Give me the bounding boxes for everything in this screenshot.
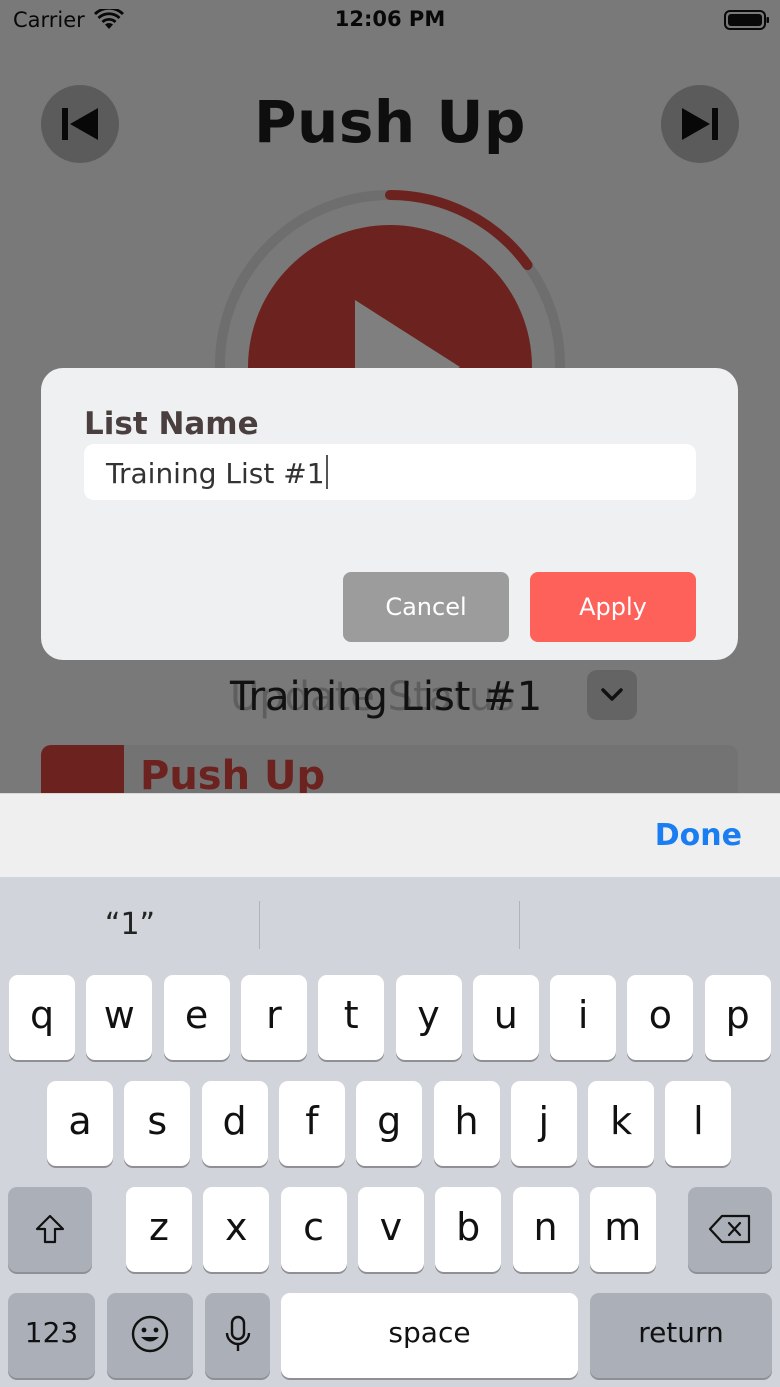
key-t[interactable]: t (318, 975, 385, 1060)
key-v[interactable]: v (357, 1187, 424, 1272)
suggestion-2[interactable] (260, 877, 520, 973)
key-y[interactable]: y (395, 975, 462, 1060)
key-m[interactable]: m (589, 1187, 656, 1272)
key-f[interactable]: f (278, 1081, 345, 1166)
list-name-label: List Name (84, 406, 259, 442)
key-d[interactable]: d (201, 1081, 268, 1166)
shift-key[interactable] (8, 1187, 92, 1272)
suggestion-1[interactable]: “1” (0, 877, 260, 973)
key-c[interactable]: c (280, 1187, 347, 1272)
key-b[interactable]: b (435, 1187, 502, 1272)
key-s[interactable]: s (124, 1081, 191, 1166)
shift-icon (35, 1214, 65, 1244)
space-key[interactable]: space (281, 1293, 578, 1378)
list-name-value: Training List #1 (106, 457, 325, 490)
apply-button[interactable]: Apply (530, 572, 696, 642)
key-u[interactable]: u (472, 975, 539, 1060)
key-e[interactable]: e (163, 975, 230, 1060)
key-r[interactable]: r (240, 975, 307, 1060)
return-key[interactable]: return (590, 1293, 772, 1378)
delete-key[interactable] (688, 1187, 772, 1272)
key-g[interactable]: g (356, 1081, 423, 1166)
key-w[interactable]: w (86, 975, 153, 1060)
key-n[interactable]: n (512, 1187, 579, 1272)
done-button[interactable]: Done (655, 818, 742, 853)
key-q[interactable]: q (9, 975, 75, 1060)
key-x[interactable]: x (203, 1187, 270, 1272)
dictation-key[interactable] (205, 1293, 270, 1378)
key-l[interactable]: l (665, 1081, 732, 1166)
emoji-icon (131, 1315, 169, 1353)
cancel-button[interactable]: Cancel (343, 572, 509, 642)
key-z[interactable]: z (126, 1187, 192, 1272)
keyboard: “1” 123 space return qwertyuiop asdfghjk (0, 877, 780, 1387)
key-p[interactable]: p (704, 975, 771, 1060)
backspace-icon (708, 1214, 751, 1244)
emoji-key[interactable] (107, 1293, 193, 1378)
list-name-input[interactable]: Training List #1 (84, 444, 696, 500)
key-a[interactable]: a (47, 1081, 113, 1166)
suggestion-3[interactable] (520, 877, 780, 973)
key-i[interactable]: i (550, 975, 617, 1060)
microphone-icon (225, 1315, 251, 1351)
key-h[interactable]: h (433, 1081, 500, 1166)
keyboard-toolbar: Done (0, 793, 780, 877)
numbers-key[interactable]: 123 (8, 1293, 95, 1378)
text-cursor (325, 455, 328, 489)
rename-list-dialog: List Name Training List #1 Cancel Apply (41, 368, 738, 660)
key-j[interactable]: j (510, 1081, 577, 1166)
key-o[interactable]: o (627, 975, 694, 1060)
key-k[interactable]: k (588, 1081, 655, 1166)
